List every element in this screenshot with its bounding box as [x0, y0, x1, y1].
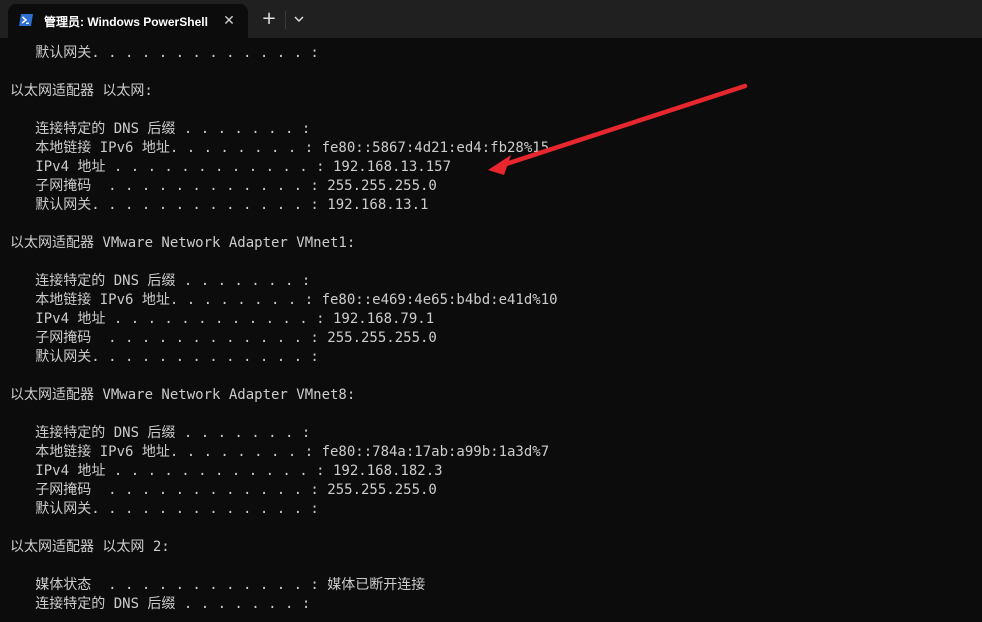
terminal-line: 子网掩码 . . . . . . . . . . . . : 255.255.2…	[10, 178, 437, 194]
terminal-line: 默认网关. . . . . . . . . . . . . :	[10, 349, 319, 365]
terminal-line: IPv4 地址 . . . . . . . . . . . . : 192.16…	[10, 159, 452, 175]
terminal-line: 以太网适配器 以太网 2:	[10, 539, 170, 555]
terminal-line: 连接特定的 DNS 后缀 . . . . . . . :	[10, 596, 311, 612]
terminal-line: 连接特定的 DNS 后缀 . . . . . . . :	[10, 273, 311, 289]
terminal-lines: 默认网关. . . . . . . . . . . . . : 以太网适配器 以太…	[10, 44, 558, 614]
title-bar: 管理员: Windows PowerShell ✕ +	[0, 0, 982, 38]
chevron-down-icon[interactable]	[290, 8, 308, 30]
terminal-line: 连接特定的 DNS 后缀 . . . . . . . :	[10, 425, 311, 441]
terminal-line: 以太网适配器 VMware Network Adapter VMnet1:	[10, 235, 356, 251]
terminal-line: 默认网关. . . . . . . . . . . . . : 192.168.…	[10, 197, 429, 213]
tab-powershell[interactable]: 管理员: Windows PowerShell ✕	[8, 4, 248, 38]
terminal-line: 媒体状态 . . . . . . . . . . . . : 媒体已断开连接	[10, 577, 426, 593]
terminal-line: 本地链接 IPv6 地址. . . . . . . . : fe80::784a…	[10, 444, 550, 460]
terminal-line: 以太网适配器 以太网:	[10, 83, 153, 99]
terminal-line: 本地链接 IPv6 地址. . . . . . . . : fe80::5867…	[10, 140, 550, 156]
powershell-icon	[18, 12, 34, 28]
terminal-line: 子网掩码 . . . . . . . . . . . . : 255.255.2…	[10, 330, 437, 346]
terminal-line: 连接特定的 DNS 后缀 . . . . . . . :	[10, 121, 311, 137]
close-icon[interactable]: ✕	[221, 13, 237, 29]
terminal-line: 以太网适配器 VMware Network Adapter VMnet8:	[10, 387, 356, 403]
terminal-line: 本地链接 IPv6 地址. . . . . . . . : fe80::e469…	[10, 292, 558, 308]
terminal-line: IPv4 地址 . . . . . . . . . . . . : 192.16…	[10, 311, 435, 327]
terminal-line: 默认网关. . . . . . . . . . . . . :	[10, 501, 319, 517]
terminal-line: 子网掩码 . . . . . . . . . . . . : 255.255.2…	[10, 482, 437, 498]
terminal-output[interactable]: 默认网关. . . . . . . . . . . . . : 以太网适配器 以太…	[0, 38, 982, 622]
terminal-line: IPv4 地址 . . . . . . . . . . . . : 192.16…	[10, 463, 443, 479]
tab-title: 管理员: Windows PowerShell	[44, 15, 208, 29]
new-tab-button[interactable]: +	[258, 8, 280, 30]
terminal-line: 默认网关. . . . . . . . . . . . . :	[10, 45, 319, 61]
divider	[285, 11, 286, 29]
